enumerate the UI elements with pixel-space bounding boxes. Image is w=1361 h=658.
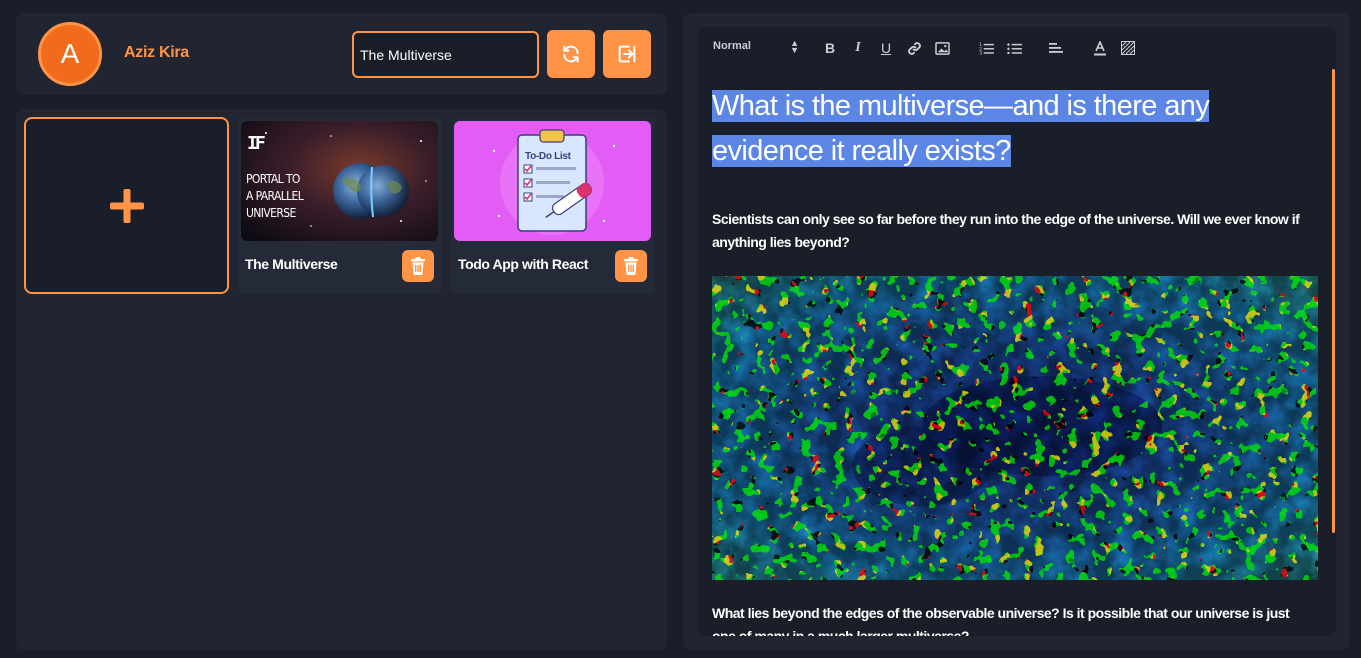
user-name: Aziz Kira xyxy=(124,44,189,61)
format-select-value: Normal xyxy=(713,40,751,52)
editor-toolbar: Normal ▲ ▼ B I U 1 2 3 xyxy=(697,27,1336,69)
header-bar: A Aziz Kira xyxy=(16,13,667,95)
select-arrows-icon: ▲ ▼ xyxy=(790,38,799,55)
underline-icon: U xyxy=(880,40,892,56)
align-icon xyxy=(1049,43,1063,53)
avatar[interactable]: A xyxy=(38,22,102,86)
refresh-button[interactable] xyxy=(547,30,595,78)
italic-button[interactable]: I xyxy=(849,38,867,58)
logout-button[interactable] xyxy=(603,30,651,78)
note-thumbnail: IF PORTAL TO A PARALLEL UNIVERSE xyxy=(241,121,438,241)
align-button[interactable] xyxy=(1047,38,1065,58)
ordered-list-icon: 1 2 3 xyxy=(979,42,994,55)
bold-icon: B xyxy=(824,40,836,56)
refresh-icon xyxy=(563,45,579,63)
image-button[interactable] xyxy=(933,38,951,58)
note-thumbnail: To-Do List xyxy=(454,121,651,241)
note-heading: What is the multiverse—and is there any … xyxy=(712,90,1210,167)
thumb-logo: IF xyxy=(247,133,266,154)
trash-icon xyxy=(411,257,425,275)
delete-note-button[interactable] xyxy=(402,250,434,282)
background-color-icon xyxy=(1121,41,1135,55)
image-icon xyxy=(934,41,950,55)
editor-panel: Normal ▲ ▼ B I U 1 2 3 What is the multi… xyxy=(683,13,1350,650)
trash-icon xyxy=(624,257,638,275)
ordered-list-button[interactable]: 1 2 3 xyxy=(977,38,995,58)
thumb-caption: To-Do List xyxy=(525,151,571,162)
link-icon xyxy=(907,41,921,55)
note-title: Todo App with React xyxy=(458,256,589,272)
italic-icon: I xyxy=(855,40,861,55)
plus-icon xyxy=(109,188,144,223)
avatar-initial: A xyxy=(60,38,80,69)
svg-text:3: 3 xyxy=(979,50,982,54)
bullet-list-icon xyxy=(1006,42,1022,54)
scrollbar[interactable] xyxy=(1332,69,1335,533)
link-button[interactable] xyxy=(905,38,923,58)
note-card[interactable]: To-Do List Todo App with React xyxy=(451,117,655,294)
logout-icon xyxy=(618,45,636,63)
note-title-input[interactable] xyxy=(352,31,539,78)
cosmic-background-image xyxy=(712,276,1318,580)
note-card[interactable]: IF PORTAL TO A PARALLEL UNIVERSE The Mul… xyxy=(238,117,442,294)
underline-button[interactable]: U xyxy=(877,38,895,58)
text-color-button[interactable] xyxy=(1091,38,1109,58)
notes-panel: A Aziz Kira The Multiverse IF PORTAL TO … xyxy=(16,13,667,650)
note-title: The Multiverse xyxy=(245,256,338,272)
editor-content[interactable]: What is the multiverse—and is there any … xyxy=(712,84,1318,636)
background-color-button[interactable] xyxy=(1119,38,1137,58)
thumb-text: PORTAL TO A PARALLEL UNIVERSE xyxy=(246,172,304,220)
rich-text-editor[interactable]: Normal ▲ ▼ B I U 1 2 3 What is the multi… xyxy=(697,27,1336,636)
bold-button[interactable]: B xyxy=(821,38,839,58)
text-color-icon xyxy=(1094,40,1106,55)
delete-note-button[interactable] xyxy=(615,250,647,282)
notes-grid: IF PORTAL TO A PARALLEL UNIVERSE The Mul… xyxy=(16,109,667,650)
add-note-button[interactable] xyxy=(24,117,229,294)
bullet-list-button[interactable] xyxy=(1005,38,1023,58)
paragraph: Scientists can only see so far before th… xyxy=(712,211,1300,250)
paragraph: What lies beyond the edges of the observ… xyxy=(712,605,1290,636)
format-select[interactable]: Normal ▲ ▼ xyxy=(713,38,799,58)
